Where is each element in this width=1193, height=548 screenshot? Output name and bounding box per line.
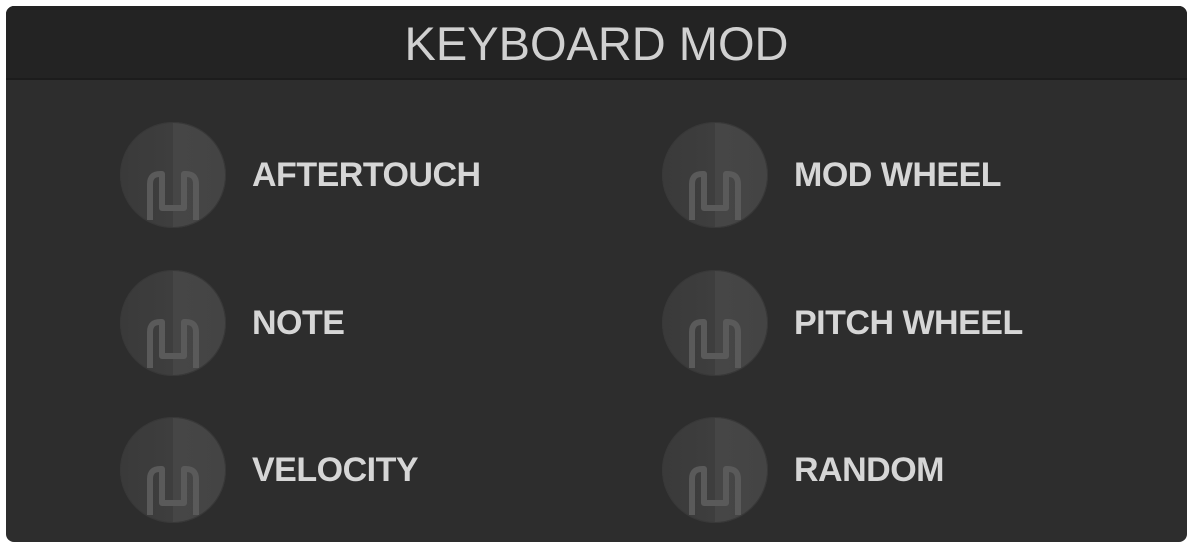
- mod-source-label: RANDOM: [794, 450, 944, 489]
- mod-source-label: MOD WHEEL: [794, 155, 1002, 194]
- keyboard-mod-panel: KEYBOARD MOD AFTERTOUCH MOD WHEEL NOTE P…: [6, 6, 1187, 542]
- mod-source-note[interactable]: NOTE: [120, 270, 345, 376]
- mod-source-random[interactable]: RANDOM: [662, 417, 944, 523]
- mod-source-icon: [689, 319, 741, 368]
- mod-source-pitch-wheel[interactable]: PITCH WHEEL: [662, 270, 1023, 376]
- panel-header: KEYBOARD MOD: [6, 6, 1187, 80]
- mod-source-knob[interactable]: [120, 270, 226, 376]
- mod-source-label: PITCH WHEEL: [794, 303, 1023, 342]
- mod-source-icon: [689, 171, 741, 220]
- mod-source-icon: [147, 466, 199, 515]
- mod-source-mod-wheel[interactable]: MOD WHEEL: [662, 122, 1002, 228]
- mod-source-aftertouch[interactable]: AFTERTOUCH: [120, 122, 481, 228]
- mod-source-knob[interactable]: [120, 122, 226, 228]
- mod-source-icon: [689, 466, 741, 515]
- mod-source-label: AFTERTOUCH: [252, 155, 481, 194]
- panel-title: KEYBOARD MOD: [404, 16, 789, 70]
- mod-source-knob[interactable]: [120, 417, 226, 523]
- mod-source-knob[interactable]: [662, 270, 768, 376]
- mod-source-knob[interactable]: [662, 417, 768, 523]
- mod-source-grid: AFTERTOUCH MOD WHEEL NOTE PITCH WHEEL VE…: [6, 80, 1187, 542]
- mod-source-knob[interactable]: [662, 122, 768, 228]
- mod-source-label: NOTE: [252, 303, 345, 342]
- mod-source-velocity[interactable]: VELOCITY: [120, 417, 419, 523]
- mod-source-label: VELOCITY: [252, 450, 419, 489]
- mod-source-icon: [147, 319, 199, 368]
- mod-source-icon: [147, 171, 199, 220]
